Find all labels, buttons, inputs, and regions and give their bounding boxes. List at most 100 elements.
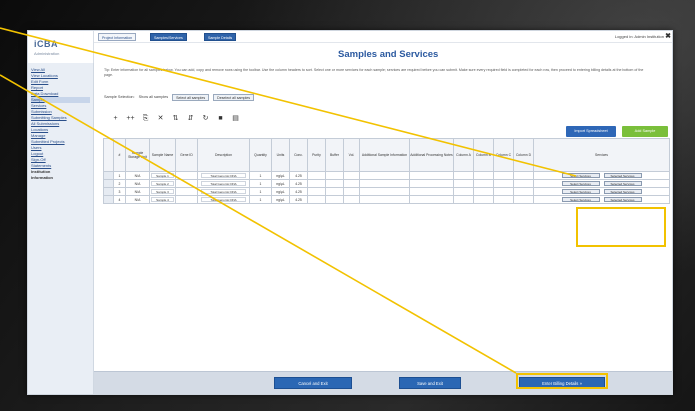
tab-sample-details[interactable]: Sample Details	[204, 33, 237, 41]
column-header[interactable]: Vol.	[343, 138, 360, 172]
close-icon[interactable]: ✖	[665, 32, 671, 40]
column-header[interactable]: Column D	[513, 138, 534, 172]
selected-services-button[interactable]: Selected Services	[603, 173, 642, 178]
cell-value: ng/μL	[276, 173, 285, 178]
deselect-all-button[interactable]: Deselect all samples	[213, 93, 255, 101]
column-header[interactable]: Purity	[307, 138, 326, 172]
select-services-button[interactable]: Select Services	[561, 181, 600, 186]
table-cell[interactable]	[409, 195, 454, 204]
add-row-icon[interactable]: +	[108, 114, 123, 124]
column-header[interactable]: Sample Name	[149, 138, 176, 172]
select-services-button[interactable]: Select Services	[561, 197, 600, 202]
cell-value: 3	[118, 189, 121, 194]
stop-icon[interactable]: ■	[213, 114, 228, 124]
table-cell[interactable]: N/A	[125, 195, 150, 204]
table-cell[interactable]: ng/μL	[271, 171, 290, 180]
refresh-icon[interactable]: ↻	[198, 114, 213, 124]
table-row: 3 N/A Sample 3 Total Genomic DNA 1 ng/μL 4.25 S…	[103, 187, 670, 196]
delete-row-icon[interactable]: ✕	[153, 114, 168, 124]
table-cell	[493, 171, 514, 180]
table-cell[interactable]: N/A	[125, 179, 150, 188]
column-header[interactable]: Column A	[453, 138, 474, 172]
tab-samples-services[interactable]: Samples/Services	[150, 33, 187, 41]
cell-value: 1	[118, 173, 121, 178]
table-cell[interactable]: Total Genomic DNA	[197, 195, 250, 204]
column-header[interactable]: Sample Storage Unit	[125, 138, 150, 172]
save-exit-button[interactable]: Save and Exit	[399, 377, 461, 389]
cell-value: 4.25	[295, 197, 302, 202]
table-cell[interactable]: N/A	[125, 187, 150, 196]
tab-project-information[interactable]: Project Information	[98, 33, 137, 41]
table-cell[interactable]	[359, 195, 410, 204]
table-cell[interactable]: 1	[249, 187, 272, 196]
column-header[interactable]: Quantity	[249, 138, 272, 172]
table-cell[interactable]: Total Genomic DNA	[197, 171, 250, 180]
table-cell[interactable]: Sample 3	[149, 187, 176, 196]
select-services-button[interactable]: Select Services	[561, 189, 600, 194]
table-cell[interactable]	[359, 179, 410, 188]
cell-value: 2	[118, 181, 121, 186]
column-header[interactable]: Additional Processing Notes	[409, 138, 454, 172]
table-cell	[103, 171, 114, 180]
table-cell[interactable]	[359, 171, 410, 180]
cell-value: 4.25	[295, 181, 302, 186]
table-cell[interactable]: 3	[113, 187, 126, 196]
table-cell[interactable]: Sample 4	[149, 195, 176, 204]
select-all-button[interactable]: Select all samples	[172, 93, 210, 101]
table-cell[interactable]: Total Genomic DNA	[197, 187, 250, 196]
table-cell[interactable]: ng/μL	[271, 179, 290, 188]
column-header[interactable]: Conc.	[289, 138, 308, 172]
cancel-exit-button[interactable]: Cancel and Exit	[274, 377, 352, 389]
column-header[interactable]: Services	[533, 138, 670, 172]
table-cell[interactable]: Total Genomic DNA	[197, 179, 250, 188]
add-multiple-rows-icon[interactable]: ++	[123, 114, 138, 124]
import-spreadsheet-button[interactable]: Import Spreadsheet	[566, 126, 616, 137]
table-cell[interactable]: N/A	[125, 171, 150, 180]
table-cell[interactable]: Sample 1	[149, 171, 176, 180]
column-header[interactable]: Buffer	[325, 138, 344, 172]
table-cell[interactable]: 1	[249, 195, 272, 204]
filter-value[interactable]: Show all samples	[139, 95, 169, 99]
column-header[interactable]: Units	[271, 138, 290, 172]
table-cell[interactable]: ng/μL	[271, 195, 290, 204]
table-cell[interactable]: 1	[113, 171, 126, 180]
columns-icon[interactable]: ▤	[228, 114, 243, 124]
table-cell[interactable]: 4.25	[289, 187, 308, 196]
table-cell[interactable]	[409, 179, 454, 188]
table-cell[interactable]	[409, 171, 454, 180]
add-sample-button[interactable]: Add Sample	[622, 126, 668, 137]
cell-value: N/A	[134, 173, 141, 178]
table-cell	[175, 179, 198, 188]
column-header[interactable]: Column B	[473, 138, 494, 172]
table-cell[interactable]: 1	[249, 171, 272, 180]
copy-row-icon[interactable]: ⎘	[138, 114, 153, 124]
cell-value: N/A	[134, 189, 141, 194]
selected-services-button[interactable]: Selected Services	[603, 189, 642, 194]
selected-services-button[interactable]: Selected Services	[603, 197, 642, 202]
selected-services-button[interactable]: Selected Services	[603, 181, 642, 186]
table-cell[interactable]: 4.25	[289, 171, 308, 180]
table-cell	[175, 171, 198, 180]
table-cell[interactable]	[409, 187, 454, 196]
cell-value: Sample 4	[151, 197, 174, 202]
column-header[interactable]: Gene ID	[175, 138, 198, 172]
table-cell[interactable]	[359, 187, 410, 196]
select-services-button[interactable]: Select Services	[561, 173, 600, 178]
table-cell[interactable]: 4.25	[289, 179, 308, 188]
table-cell	[493, 179, 514, 188]
column-header[interactable]	[103, 138, 114, 172]
sort-asc-icon[interactable]: ⇅	[168, 114, 183, 124]
table-cell[interactable]: ng/μL	[271, 187, 290, 196]
table-cell[interactable]: 1	[249, 179, 272, 188]
cell-value: N/A	[134, 197, 141, 202]
table-cell[interactable]: Sample 2	[149, 179, 176, 188]
sort-desc-icon[interactable]: ⇵	[183, 114, 198, 124]
table-cell[interactable]: 4.25	[289, 195, 308, 204]
column-header[interactable]: #	[113, 138, 126, 172]
table-cell[interactable]: 4	[113, 195, 126, 204]
column-header[interactable]: Description	[197, 138, 250, 172]
table-cell[interactable]: 2	[113, 179, 126, 188]
page-title: Samples and Services	[338, 49, 439, 60]
column-header[interactable]: Column C	[493, 138, 514, 172]
column-header[interactable]: Additional Sample Information	[359, 138, 410, 172]
